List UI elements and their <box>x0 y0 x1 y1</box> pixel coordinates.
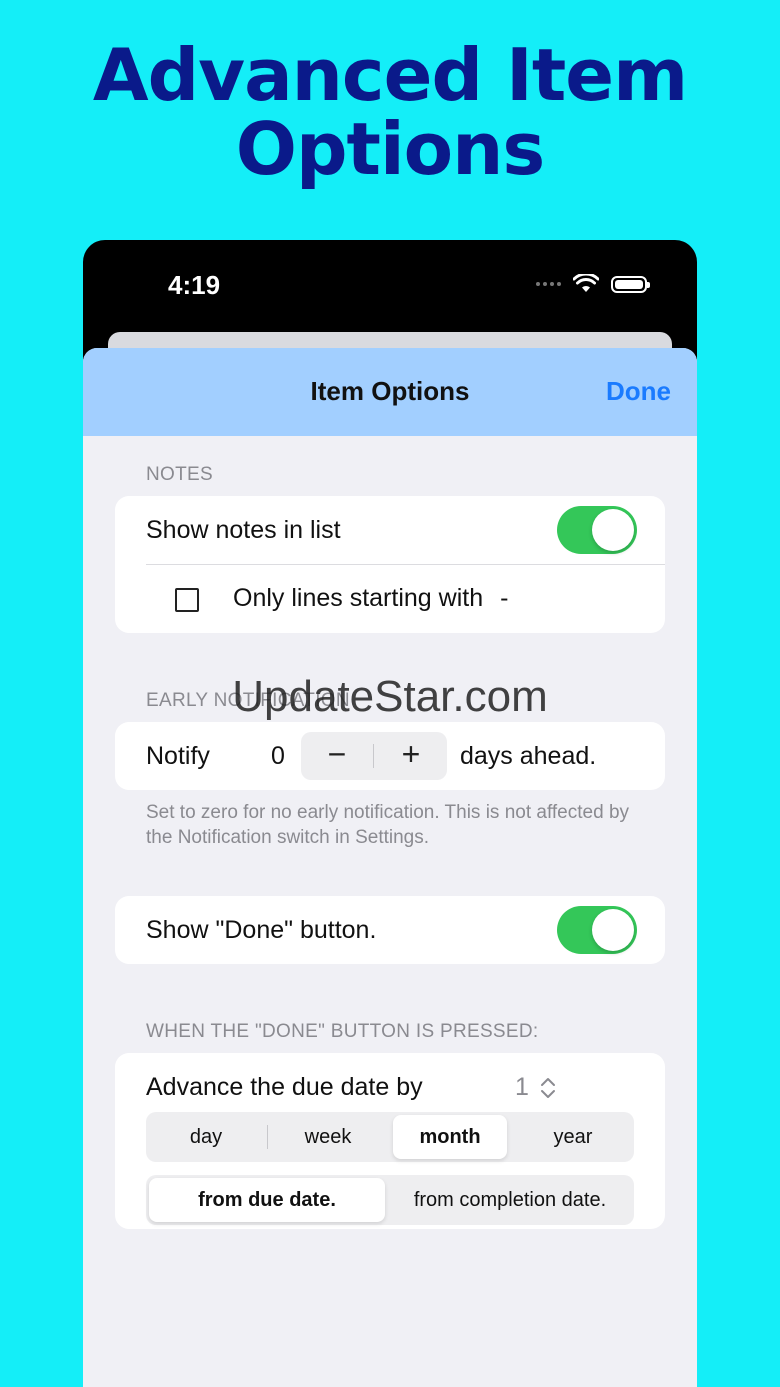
segment-from-due-date[interactable]: from due date. <box>149 1178 385 1222</box>
headline-line-2: Options <box>235 107 545 191</box>
notes-header: NOTES <box>146 464 213 485</box>
segment-month[interactable]: month <box>393 1115 507 1159</box>
done-button-group: Show "Done" button. <box>115 896 665 964</box>
status-icons <box>536 274 650 294</box>
notify-footer: Set to zero for no early notification. T… <box>146 802 630 848</box>
item-options-sheet: Item Options Done NOTES Show notes in li… <box>83 348 697 1387</box>
segment-day[interactable]: day <box>149 1115 263 1159</box>
phone-frame: 4:19 Item Options Done NOTES Show notes … <box>83 240 697 1387</box>
segment-week[interactable]: week <box>271 1115 385 1159</box>
from-segmented-control: from due date. from completion date. <box>146 1175 634 1225</box>
notes-group: Show notes in list Only lines starting w… <box>115 496 665 633</box>
increment-button[interactable]: + <box>375 736 447 773</box>
navigation-bar: Item Options Done <box>83 348 697 436</box>
notify-value: 0 <box>271 742 285 770</box>
notify-group: Notify 0 − + days ahead. <box>115 722 665 790</box>
notify-stepper: − + <box>301 732 447 780</box>
show-done-row: Show "Done" button. <box>115 896 665 964</box>
wifi-icon <box>573 274 599 292</box>
status-time: 4:19 <box>168 270 221 300</box>
battery-icon <box>611 275 650 293</box>
nav-title: Item Options <box>310 376 470 406</box>
show-notes-label: Show notes in list <box>146 516 341 544</box>
show-notes-toggle[interactable] <box>557 506 637 554</box>
show-notes-row: Show notes in list <box>115 496 665 564</box>
when-done-header: WHEN THE "DONE" BUTTON IS PRESSED: <box>146 1021 539 1042</box>
stepper-divider <box>373 744 374 768</box>
advance-value: 1 <box>515 1073 529 1101</box>
advance-value-picker[interactable]: 1 <box>515 1073 556 1102</box>
segment-year[interactable]: year <box>516 1115 630 1159</box>
unit-segmented-control: day week month year <box>146 1112 634 1162</box>
show-done-toggle[interactable] <box>557 906 637 954</box>
notify-suffix: days ahead. <box>460 742 597 770</box>
done-button[interactable]: Done <box>606 376 671 407</box>
signal-icon <box>536 282 561 286</box>
advance-label: Advance the due date by <box>146 1073 423 1101</box>
chevron-up-down-icon <box>540 1078 555 1099</box>
only-lines-row: Only lines starting with - <box>115 564 665 632</box>
only-lines-checkbox[interactable] <box>175 588 199 612</box>
watermark: UpdateStar.com <box>232 672 548 721</box>
only-lines-text: Only lines starting with <box>233 584 484 612</box>
advance-row: Advance the due date by 1 <box>115 1053 665 1121</box>
segment-from-completion-date[interactable]: from completion date. <box>390 1178 630 1222</box>
segment-divider <box>267 1125 268 1149</box>
notify-row: Notify 0 − + days ahead. <box>115 722 665 790</box>
show-done-label: Show "Done" button. <box>146 916 377 944</box>
notify-label: Notify <box>146 742 210 770</box>
when-done-group: Advance the due date by 1 day week month… <box>115 1053 665 1229</box>
headline: Advanced Item Options <box>0 38 780 186</box>
only-lines-prefix[interactable]: - <box>500 584 508 612</box>
decrement-button[interactable]: − <box>301 736 373 773</box>
only-lines-label: Only lines starting with - <box>233 584 508 613</box>
headline-line-1: Advanced Item <box>92 33 688 117</box>
